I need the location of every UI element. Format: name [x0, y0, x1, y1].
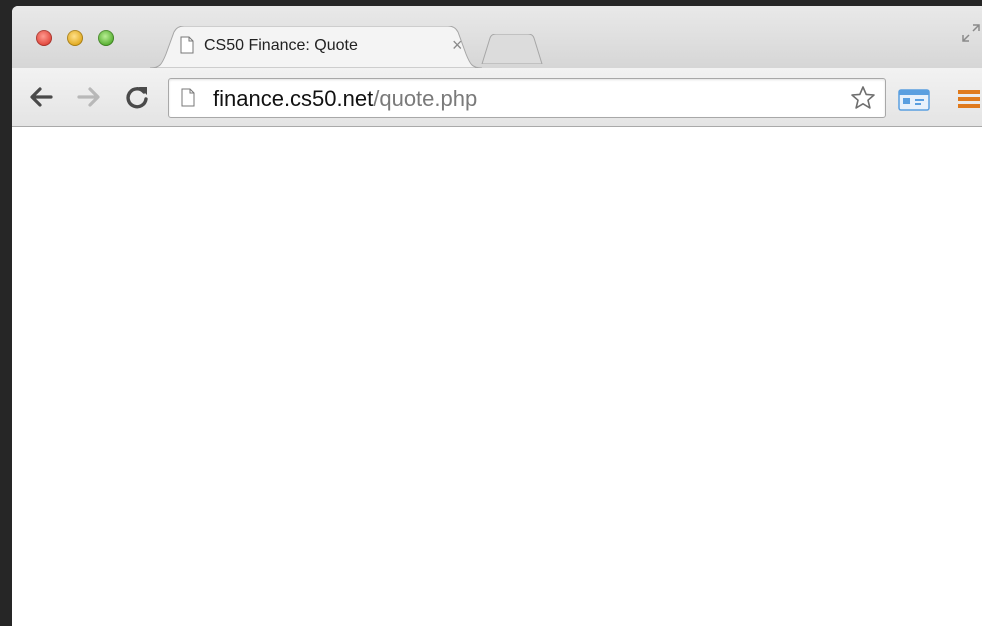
url-host: finance.cs50.net — [213, 86, 374, 111]
extension-icon[interactable] — [898, 89, 930, 111]
forward-arrow-icon[interactable] — [74, 82, 104, 112]
page-icon — [181, 88, 195, 107]
browser-window: CS50 Finance: Quote × finance.cs50.net/q… — [12, 6, 982, 626]
new-tab-button[interactable] — [478, 34, 546, 64]
star-icon[interactable] — [849, 84, 877, 112]
page-content — [12, 127, 982, 626]
tab-strip: CS50 Finance: Quote × — [12, 6, 982, 68]
tab-active[interactable]: CS50 Finance: Quote × — [150, 26, 482, 68]
fullscreen-icon[interactable] — [960, 22, 982, 44]
tab-close-icon[interactable]: × — [452, 35, 463, 56]
reload-icon[interactable] — [122, 82, 152, 112]
address-bar[interactable]: finance.cs50.net/quote.php — [168, 78, 886, 118]
url-text[interactable]: finance.cs50.net/quote.php — [213, 86, 477, 112]
page-icon — [180, 36, 194, 54]
hamburger-menu-icon[interactable] — [956, 88, 982, 110]
close-window-button[interactable] — [36, 30, 52, 46]
back-arrow-icon[interactable] — [26, 82, 56, 112]
toolbar: finance.cs50.net/quote.php — [12, 68, 982, 127]
minimize-window-button[interactable] — [67, 30, 83, 46]
maximize-window-button[interactable] — [98, 30, 114, 46]
url-path: /quote.php — [373, 86, 478, 111]
tab-title: CS50 Finance: Quote — [204, 37, 358, 54]
